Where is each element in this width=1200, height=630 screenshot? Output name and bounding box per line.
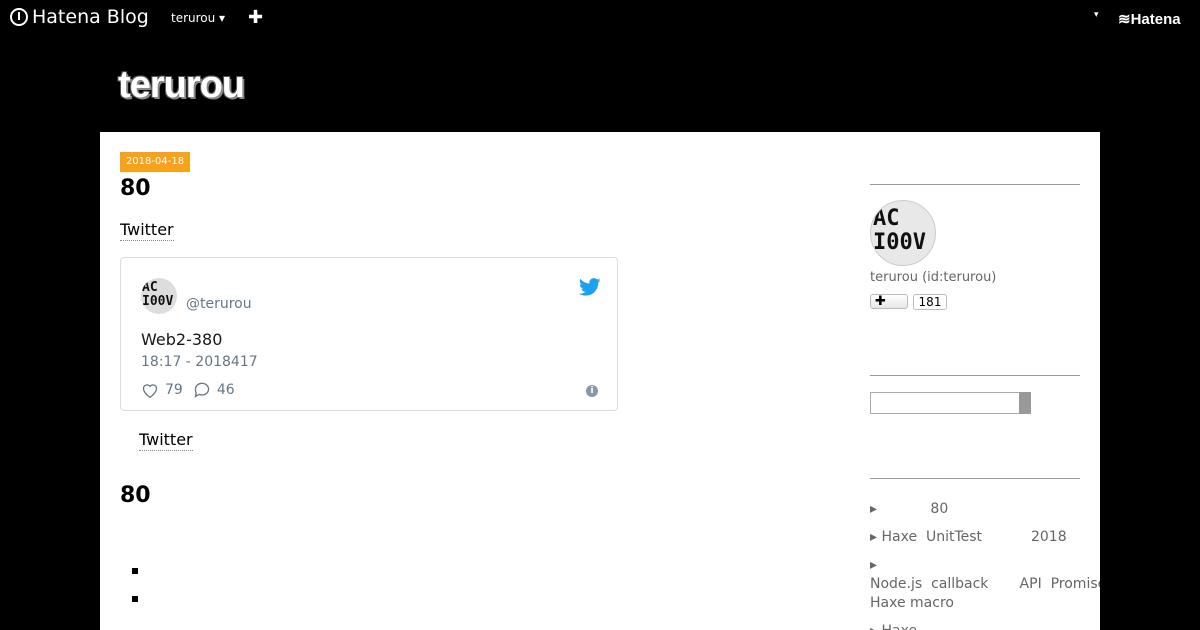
- user-menu[interactable]: terurou ▾: [171, 11, 225, 25]
- divider: [870, 478, 1080, 479]
- avatar-line-2: I00V: [142, 294, 174, 309]
- avatar-line-1: AC: [142, 280, 158, 295]
- reply-icon[interactable]: [193, 382, 211, 398]
- bullet-list: [132, 568, 138, 624]
- new-post-button[interactable]: ✚: [248, 7, 263, 28]
- tweet-text: Web2-380: [141, 330, 223, 349]
- divider: [870, 184, 1080, 185]
- entry-date[interactable]: 2018-04-18: [120, 152, 190, 172]
- brand-label: Hatena Blog: [32, 6, 149, 28]
- list-bullet: [132, 568, 138, 574]
- profile-id[interactable]: terurou (id:terurou): [870, 270, 996, 285]
- hatena-logo[interactable]: ≋Hatena: [1118, 10, 1181, 28]
- twitter-link[interactable]: Twitter: [120, 220, 174, 241]
- recent-entry-link[interactable]: ▸ Node.js callback API Promise Haxe macr…: [870, 556, 1100, 613]
- section-heading: 80: [120, 483, 151, 508]
- main-container: 2018-04-18 80 Twitter AC I00V @terurou W…: [100, 132, 1100, 630]
- recent-entry-link[interactable]: ▸ Haxe: [870, 622, 1100, 630]
- embedded-tweet[interactable]: AC I00V @terurou Web2-380 18:17 - 201841…: [120, 257, 618, 411]
- avatar-line-2: I00V: [873, 230, 926, 255]
- search-button[interactable]: [1019, 392, 1031, 414]
- blog-title[interactable]: terurou: [118, 64, 245, 107]
- avatar-line-1: AC: [873, 206, 900, 231]
- search-input[interactable]: [870, 392, 1020, 414]
- twitter-link-2[interactable]: Twitter: [139, 430, 193, 451]
- like-count: 79: [165, 382, 183, 398]
- recent-entries: ▸ 80 ▸ Haxe UnitTest 2018 ▸ Node.js call…: [870, 500, 1100, 630]
- reply-count: 46: [216, 382, 235, 398]
- list-bullet: [132, 596, 138, 602]
- follow-button[interactable]: ✚: [870, 294, 908, 309]
- heart-icon[interactable]: [141, 382, 159, 398]
- profile-avatar[interactable]: AC I00V: [870, 200, 936, 266]
- avatar-image: AC I00V: [142, 281, 173, 309]
- tweet-actions: 79 46: [141, 382, 235, 398]
- twitter-bird-icon[interactable]: [579, 278, 601, 296]
- hatena-label: Hatena: [1130, 11, 1181, 28]
- hatena-blog-logo[interactable]: Hatena Blog: [10, 6, 149, 28]
- follower-count[interactable]: 181: [913, 294, 947, 310]
- info-icon[interactable]: i: [586, 385, 598, 397]
- divider: [870, 375, 1080, 376]
- avatar-image: AC I00V: [873, 207, 926, 255]
- hatena-blog-icon: [10, 8, 28, 26]
- avatar[interactable]: AC I00V: [141, 278, 177, 314]
- recent-entry-link[interactable]: ▸ 80: [870, 500, 1100, 519]
- entry-title[interactable]: 80: [120, 176, 151, 201]
- chevron-down-icon[interactable]: ▾: [1094, 10, 1099, 20]
- tweet-handle[interactable]: @terurou: [186, 296, 252, 312]
- top-bar: Hatena Blog terurou ▾ ✚ ▾ ≋Hatena: [0, 0, 1200, 36]
- recent-entry-link[interactable]: ▸ Haxe UnitTest 2018: [870, 528, 1100, 547]
- tweet-timestamp[interactable]: 18:17 - 2018417: [141, 354, 258, 370]
